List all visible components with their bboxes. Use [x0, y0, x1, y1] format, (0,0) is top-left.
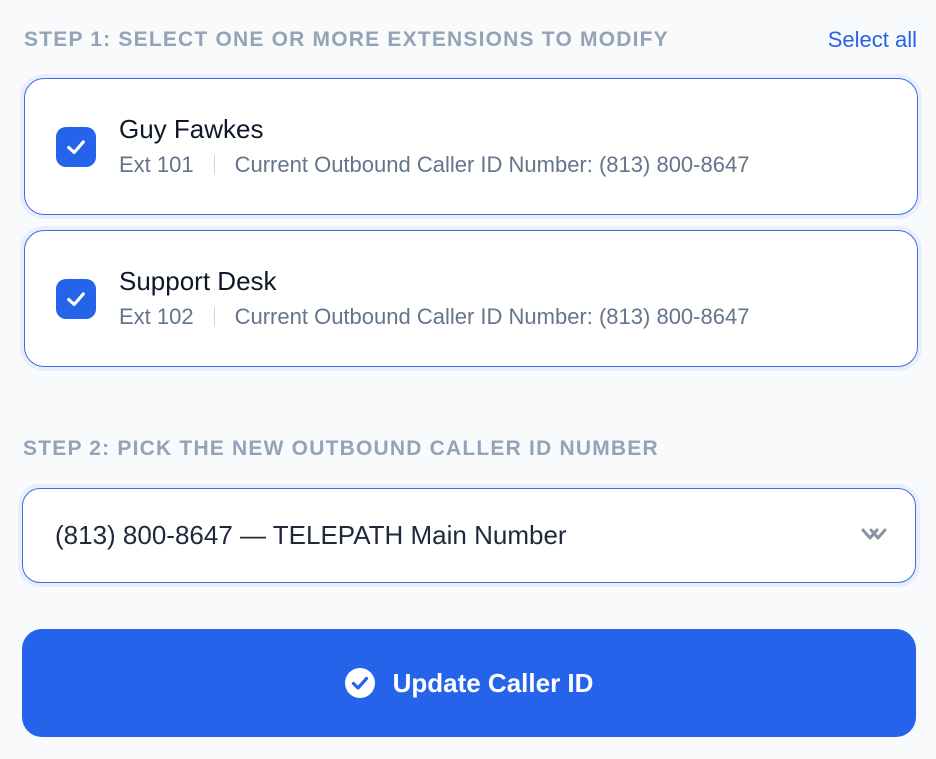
extension-checkbox-101[interactable] — [56, 127, 96, 167]
extension-card-102[interactable]: Support Desk Ext 102 Current Outbound Ca… — [24, 230, 918, 367]
update-caller-id-button[interactable]: Update Caller ID — [22, 629, 916, 737]
caller-id-select[interactable]: (813) 800-8647 — TELEPATH Main Number — [22, 488, 916, 583]
current-caller-id: Current Outbound Caller ID Number: (813)… — [234, 152, 750, 177]
divider — [213, 307, 215, 327]
checkmark-icon — [67, 292, 85, 307]
check-circle-icon — [344, 668, 375, 698]
step1-title: STEP 1: SELECT ONE OR MORE EXTENSIONS TO… — [24, 28, 669, 51]
current-caller-id: Current Outbound Caller ID Number: (813)… — [234, 304, 750, 329]
select-all-link[interactable]: Select all — [828, 27, 917, 53]
caller-id-page: STEP 1: SELECT ONE OR MORE EXTENSIONS TO… — [0, 0, 936, 759]
extension-name: Support Desk — [119, 266, 277, 296]
chevron-down-icon — [861, 528, 887, 540]
update-caller-id-label: Update Caller ID — [392, 667, 594, 698]
extension-checkbox-102[interactable] — [56, 279, 96, 319]
step2-title: STEP 2: PICK THE NEW OUTBOUND CALLER ID … — [23, 437, 659, 460]
extension-meta: Ext 102 Current Outbound Caller ID Numbe… — [119, 303, 749, 331]
extension-meta: Ext 101 Current Outbound Caller ID Numbe… — [119, 151, 749, 179]
checkmark-icon — [67, 140, 85, 155]
caller-id-selected-value: (813) 800-8647 — TELEPATH Main Number — [55, 520, 567, 550]
divider — [213, 155, 215, 175]
extension-number: Ext 101 — [119, 152, 194, 177]
extension-number: Ext 102 — [119, 304, 194, 329]
step1-header: STEP 1: SELECT ONE OR MORE EXTENSIONS TO… — [24, 26, 917, 54]
step2-header: STEP 2: PICK THE NEW OUTBOUND CALLER ID … — [23, 435, 917, 463]
extension-card-101[interactable]: Guy Fawkes Ext 101 Current Outbound Call… — [24, 78, 918, 215]
extension-info: Support Desk Ext 102 Current Outbound Ca… — [119, 265, 749, 331]
extension-info: Guy Fawkes Ext 101 Current Outbound Call… — [119, 113, 749, 179]
extension-name: Guy Fawkes — [119, 114, 264, 144]
